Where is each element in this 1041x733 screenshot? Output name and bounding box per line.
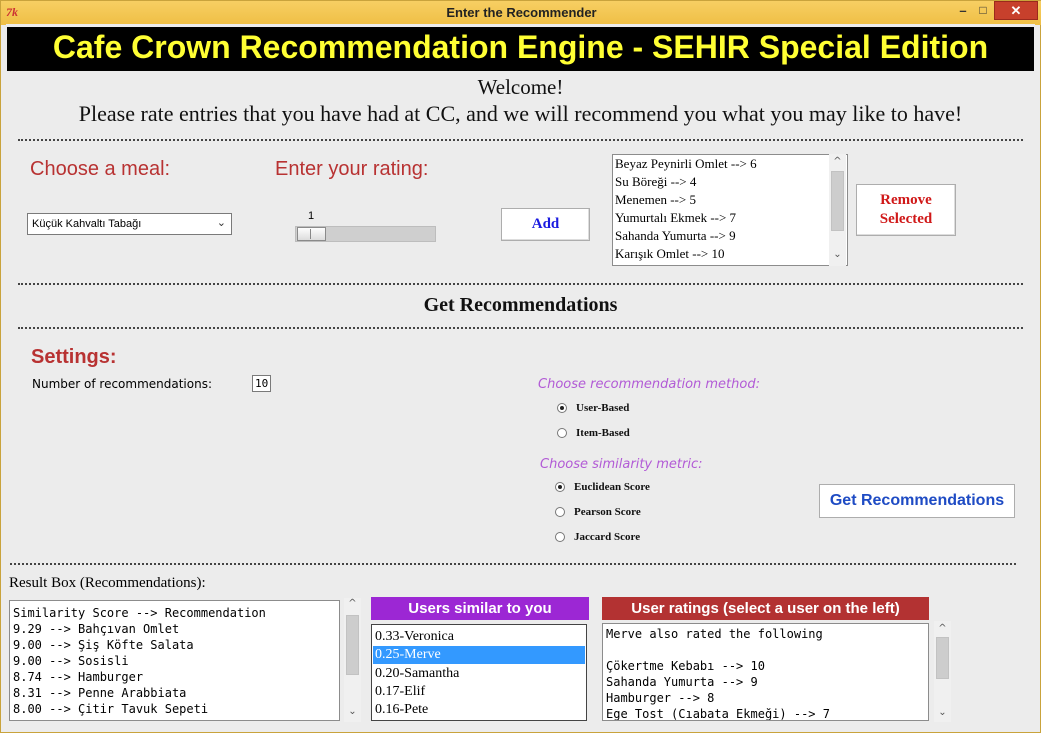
list-item[interactable]: Su Böreği --> 4: [615, 174, 696, 190]
get-recommendations-button[interactable]: Get Recommendations: [819, 484, 1015, 518]
result-line: 8.00 --> Çitir Tavuk Sepeti: [13, 702, 209, 716]
result-line: 8.74 --> Hamburger: [13, 670, 144, 684]
method-label: Choose recommendation method:: [538, 377, 760, 392]
rated-items-list[interactable]: Beyaz Peynirli Omlet --> 6 Su Böreği -->…: [612, 154, 848, 266]
scroll-down-icon[interactable]: ⌄: [934, 707, 951, 718]
scroll-up-icon[interactable]: ^: [934, 623, 951, 634]
divider: [18, 139, 1023, 141]
slider-grip-icon: [310, 229, 311, 239]
list-item[interactable]: Yumurtalı Ekmek --> 7: [615, 210, 736, 226]
get-recommendations-heading: Get Recommendations: [423, 294, 618, 316]
radio-selected-icon[interactable]: [557, 403, 567, 413]
scroll-down-icon[interactable]: ⌄: [344, 706, 361, 717]
rating-label: Enter your rating:: [275, 158, 429, 180]
user-ratings-title: User ratings (select a user on the left): [602, 597, 929, 620]
rated-items-scrollbar[interactable]: ^ ⌄: [829, 154, 846, 266]
result-line: 9.29 --> Bahçıvan Omlet: [13, 622, 180, 636]
list-item[interactable]: Karışık Omlet --> 10: [615, 246, 725, 262]
scrollbar-thumb[interactable]: [346, 615, 359, 675]
result-line: 8.31 --> Penne Arabbiata: [13, 686, 187, 700]
scroll-down-icon[interactable]: ⌄: [829, 249, 846, 260]
radio-label: Euclidean Score: [574, 481, 650, 493]
radio-label: User-Based: [576, 402, 630, 414]
user-rating-line: Merve also rated the following: [606, 627, 823, 641]
rating-value: 1: [308, 210, 315, 222]
radio-unselected-icon[interactable]: [557, 428, 567, 438]
result-line: 9.00 --> Şiş Köfte Salata: [13, 638, 194, 652]
maximize-button[interactable]: □: [973, 3, 993, 21]
divider: [10, 563, 1016, 565]
result-line: 9.00 --> Sosisli: [13, 654, 129, 668]
user-rating-line: Hamburger --> 8: [606, 691, 715, 705]
remove-label-line1: Remove: [880, 192, 932, 208]
welcome-text: Welcome!: [477, 75, 564, 99]
list-item[interactable]: Sahanda Yumurta --> 9: [615, 228, 736, 244]
radio-label: Jaccard Score: [574, 531, 641, 543]
divider: [18, 283, 1023, 285]
num-recommendations-label: Number of recommendations:: [32, 377, 213, 391]
window-title: Enter the Recommender: [446, 5, 597, 20]
instructions-text: Please rate entries that you have had at…: [78, 101, 963, 126]
user-ratings-scrollbar[interactable]: ^ ⌄: [934, 621, 951, 722]
result-line: Similarity Score --> Recommendation: [13, 606, 266, 620]
result-box-label: Result Box (Recommendations):: [9, 575, 206, 591]
user-list-item[interactable]: 0.20-Samantha: [373, 665, 585, 683]
add-button[interactable]: Add: [501, 208, 590, 241]
result-box[interactable]: Similarity Score --> Recommendation 9.29…: [9, 600, 340, 721]
list-item[interactable]: Beyaz Peynirli Omlet --> 6: [615, 156, 757, 172]
meal-dropdown-value: Küçük Kahvaltı Tabağı: [32, 218, 142, 230]
result-box-scrollbar[interactable]: ^ ⌄: [344, 598, 361, 722]
remove-label-line2: Selected: [879, 211, 933, 227]
rating-slider-handle[interactable]: [297, 227, 326, 241]
user-rating-line: Çökertme Kebabı --> 10: [606, 659, 765, 673]
choose-meal-label: Choose a meal:: [30, 158, 171, 180]
list-item[interactable]: Menemen --> 5: [615, 192, 696, 208]
radio-label: Item-Based: [576, 427, 630, 439]
scroll-up-icon[interactable]: ^: [829, 156, 846, 167]
metric-label: Choose similarity metric:: [540, 457, 703, 472]
user-list-item[interactable]: 0.33-Veronica: [373, 628, 585, 646]
user-list-item-selected[interactable]: 0.25-Merve: [373, 646, 585, 664]
num-recommendations-input[interactable]: 10: [252, 375, 271, 392]
radio-selected-icon[interactable]: [555, 482, 565, 492]
meal-dropdown[interactable]: Küçük Kahvaltı Tabağı ⌄: [27, 213, 232, 235]
similar-users-title: Users similar to you: [371, 597, 589, 620]
divider: [18, 327, 1023, 329]
minimize-button[interactable]: –: [952, 3, 974, 21]
scrollbar-thumb[interactable]: [936, 637, 949, 679]
radio-unselected-icon[interactable]: [555, 507, 565, 517]
user-rating-line: Ege Tost (Cıabata Ekmeği) --> 7: [606, 707, 830, 721]
similar-users-list[interactable]: 0.33-Veronica 0.25-Merve 0.20-Samantha 0…: [371, 624, 587, 721]
scroll-up-icon[interactable]: ^: [344, 598, 361, 609]
radio-label: Pearson Score: [574, 506, 641, 518]
user-ratings-box[interactable]: Merve also rated the following Çökertme …: [602, 623, 929, 721]
close-button[interactable]: ✕: [994, 1, 1038, 20]
chevron-down-icon: ⌄: [216, 217, 226, 229]
title-bar[interactable]: 7k Enter the Recommender – □ ✕: [1, 1, 1041, 25]
settings-label: Settings:: [31, 346, 117, 368]
user-list-item[interactable]: 0.17-Elif: [373, 683, 585, 701]
radio-unselected-icon[interactable]: [555, 532, 565, 542]
user-rating-line: Sahanda Yumurta --> 9: [606, 675, 758, 689]
user-list-item[interactable]: 0.16-Pete: [373, 701, 585, 719]
remove-selected-button[interactable]: Remove Selected: [856, 184, 956, 236]
app-title: Cafe Crown Recommendation Engine - SEHIR…: [52, 29, 989, 65]
scrollbar-thumb[interactable]: [831, 171, 844, 231]
